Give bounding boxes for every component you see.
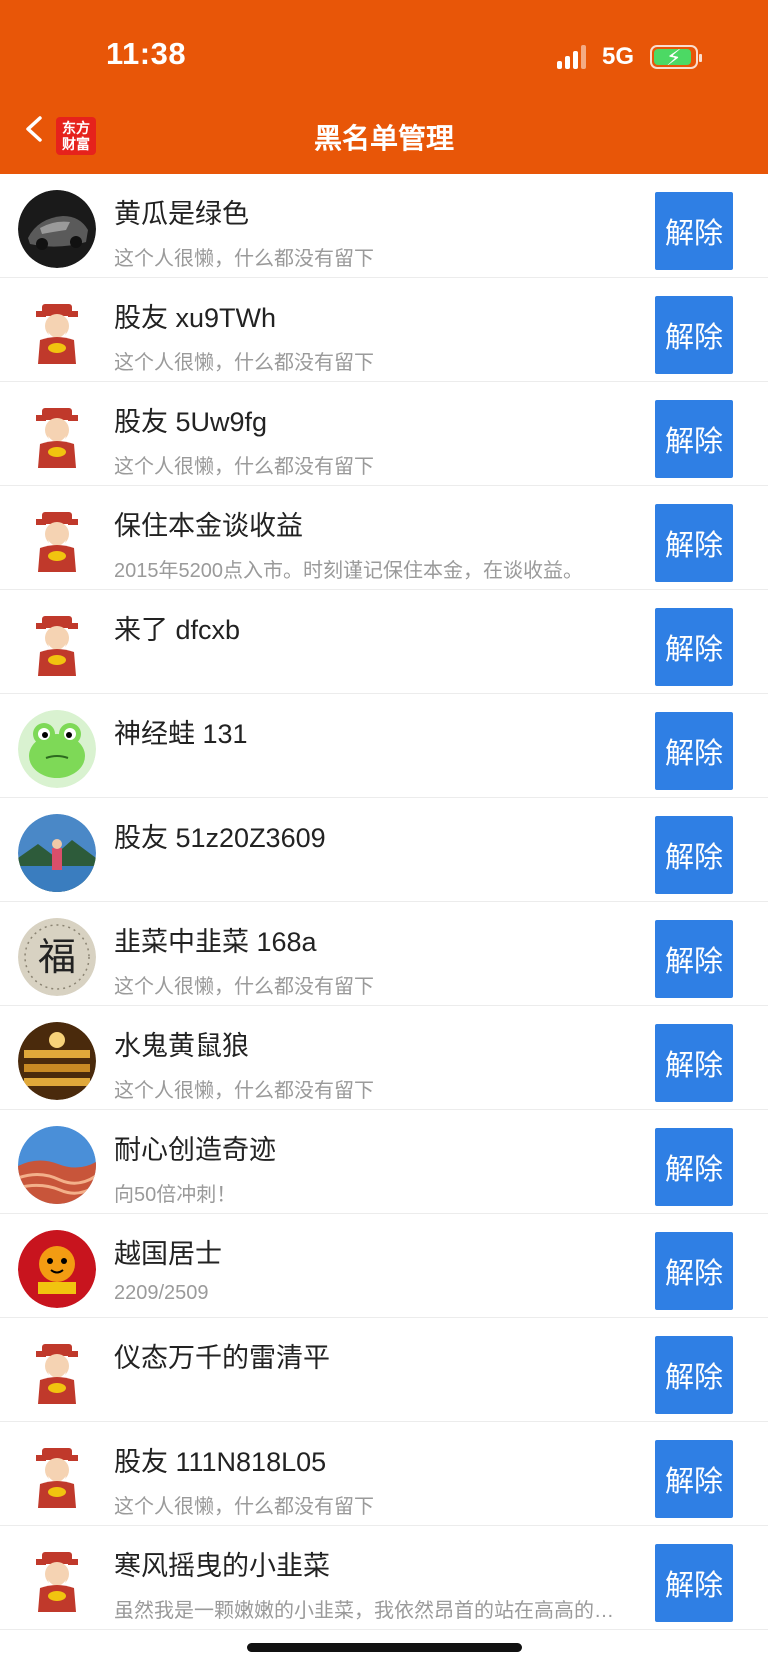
signal-icon [556, 45, 586, 69]
list-item: 股友 51z20Z3609 解除 [0, 798, 768, 902]
unblock-button[interactable]: 解除 [655, 1024, 733, 1102]
list-item: 黄瓜是绿色这个人很懒，什么都没有留下 解除 [0, 174, 768, 278]
list-item: 来了 dfcxb 解除 [0, 590, 768, 694]
unblock-button[interactable]: 解除 [655, 504, 733, 582]
list-item: 寒风摇曳的小韭菜虽然我是一颗嫩嫩的小韭菜，我依然昂首的站在高高的… 解除 [0, 1526, 768, 1630]
fortune-god-avatar[interactable] [18, 1334, 96, 1412]
user-signature: 2015年5200点入市。时刻谨记保住本金，在谈收益。 [114, 560, 583, 582]
user-name: 耐心创造奇迹 [114, 1135, 276, 1165]
user-name: 韭菜中韭菜 168a [114, 927, 317, 957]
user-signature: 虽然我是一颗嫩嫩的小韭菜，我依然昂首的站在高高的… [114, 1600, 614, 1622]
battery-icon: ⚡ [650, 45, 702, 70]
blacklist: 黄瓜是绿色 这个人很懒，什么都没有留下 解除 股友 xu9TWh 这个人很懒，什么都没有… [0, 174, 768, 1630]
network-label: 5G [601, 43, 634, 70]
unblock-button[interactable]: 解除 [655, 1232, 733, 1310]
user-name: 黄瓜是绿色 [114, 199, 249, 229]
unblock-button[interactable]: 解除 [655, 816, 733, 894]
fortune-god-avatar[interactable] [18, 398, 96, 476]
golden-hall-avatar[interactable] [18, 1022, 96, 1100]
fu-character-avatar[interactable]: 福 [18, 918, 96, 996]
app-header: 11:38 5G ⚡ 东方 财富 黑名单管理 [0, 0, 768, 174]
frog-avatar[interactable] [18, 710, 96, 788]
list-item: 福 韭菜中韭菜 168a 这个人很懒，什么都没有留下 解除 [0, 902, 768, 1006]
list-item: 神经蛙 131 解除 [0, 694, 768, 798]
user-signature: 这个人很懒，什么都没有留下 [114, 976, 374, 998]
fortune-god-avatar[interactable] [18, 606, 96, 684]
user-signature: 这个人很懒，什么都没有留下 [114, 248, 374, 270]
user-name: 保住本金谈收益 [114, 511, 303, 541]
unblock-button[interactable]: 解除 [655, 400, 733, 478]
user-signature: 这个人很懒，什么都没有留下 [114, 1080, 374, 1102]
svg-text:福: 福 [38, 935, 76, 979]
unblock-button[interactable]: 解除 [655, 608, 733, 686]
list-item: 股友 111N818L05 这个人很懒，什么都没有留下 解除 [0, 1422, 768, 1526]
tiger-avatar[interactable] [18, 1230, 96, 1308]
user-name: 来了 dfcxb [114, 615, 241, 645]
user-signature: 这个人很懒，什么都没有留下 [114, 1496, 374, 1518]
canyon-avatar[interactable] [18, 1126, 96, 1204]
list-item: 股友 5Uw9fg 这个人很懒，什么都没有留下 解除 [0, 382, 768, 486]
fortune-god-avatar[interactable] [18, 294, 96, 372]
unblock-button[interactable]: 解除 [655, 1544, 733, 1622]
user-signature: 2209/2509 [114, 1282, 209, 1304]
user-name: 股友 111N818L05 [114, 1447, 327, 1477]
unblock-button[interactable]: 解除 [655, 712, 733, 790]
unblock-button[interactable]: 解除 [655, 1440, 733, 1518]
photo-avatar[interactable] [18, 814, 96, 892]
user-signature: 这个人很懒，什么都没有留下 [114, 456, 374, 478]
status-indicators: 5G ⚡ [556, 42, 702, 72]
user-name: 水鬼黄鼠狼 [114, 1031, 249, 1061]
user-name: 寒风摇曳的小韭菜 [114, 1551, 330, 1581]
list-item: 水鬼黄鼠狼这个人很懒，什么都没有留下 解除 [0, 1006, 768, 1110]
user-name: 股友 5Uw9fg [114, 407, 268, 437]
user-signature: 这个人很懒，什么都没有留下 [114, 352, 374, 374]
unblock-button[interactable]: 解除 [655, 1128, 733, 1206]
user-name: 股友 51z20Z3609 [114, 823, 326, 853]
unblock-button[interactable]: 解除 [655, 1336, 733, 1414]
unblock-button[interactable]: 解除 [655, 920, 733, 998]
unblock-button[interactable]: 解除 [655, 192, 733, 270]
list-item: 越国居士 2209/2509 解除 [0, 1214, 768, 1318]
car-avatar[interactable] [18, 190, 96, 268]
fortune-god-avatar[interactable] [18, 1542, 96, 1620]
home-indicator [247, 1643, 522, 1652]
fortune-god-avatar[interactable] [18, 502, 96, 580]
list-item: 股友 xu9TWh 这个人很懒，什么都没有留下 解除 [0, 278, 768, 382]
fortune-god-avatar[interactable] [18, 1438, 96, 1516]
user-signature: 向50倍冲刺！ [114, 1184, 237, 1206]
unblock-button[interactable]: 解除 [655, 296, 733, 374]
user-name: 仪态万千的雷清平 [114, 1343, 330, 1373]
status-time: 11:38 [106, 36, 187, 71]
list-item: 保住本金谈收益 2015年5200点入市。时刻谨记保住本金，在谈收益。 解除 [0, 486, 768, 590]
list-item: 仪态万千的雷清平 解除 [0, 1318, 768, 1422]
page-title: 黑名单管理 [313, 123, 454, 154]
user-name: 股友 xu9TWh [114, 303, 277, 333]
user-name: 神经蛙 131 [114, 719, 248, 749]
user-name: 越国居士 [114, 1239, 222, 1269]
list-item: 耐心创造奇迹向50倍冲刺！ 解除 [0, 1110, 768, 1214]
